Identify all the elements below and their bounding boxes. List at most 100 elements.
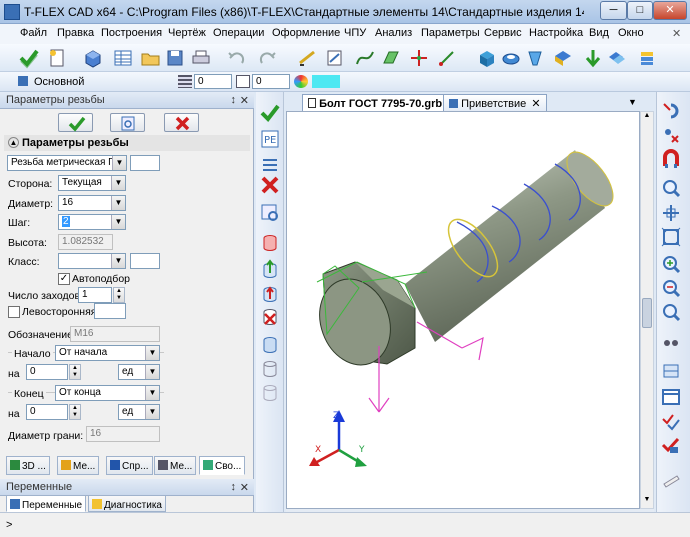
chevron-down-icon[interactable]: ▼: [145, 365, 159, 379]
close-button[interactable]: ✕: [653, 1, 687, 20]
parameters-icon[interactable]: PE: [259, 128, 281, 150]
tab-welcome[interactable]: Приветствие ✕: [443, 94, 547, 111]
3d-model-icon[interactable]: [82, 47, 104, 69]
line-tool-icon[interactable]: [296, 47, 318, 69]
scroll-thumb[interactable]: [642, 298, 652, 328]
zoom-in-icon[interactable]: [660, 254, 682, 276]
chevron-down-icon[interactable]: ▼: [145, 386, 159, 400]
cylinder-edge-icon[interactable]: [259, 358, 281, 380]
scroll-down-icon[interactable]: ▼: [641, 496, 653, 508]
chevron-down-icon[interactable]: ▼: [111, 176, 125, 190]
menu-service[interactable]: Сервис: [484, 27, 522, 39]
extrude-icon[interactable]: [476, 47, 498, 69]
rotate-icon[interactable]: [500, 47, 522, 69]
sketch-icon[interactable]: [324, 47, 346, 69]
zoom-previous-icon[interactable]: [660, 302, 682, 324]
measure-icon[interactable]: [660, 470, 682, 492]
layers-icon[interactable]: [178, 75, 192, 88]
tab-document-bolt[interactable]: Болт ГОСТ 7795-70.grb ✕: [302, 94, 463, 111]
cancel-button[interactable]: [164, 113, 199, 132]
diameter-select[interactable]: 16 ▼: [58, 195, 126, 211]
variables-close-icon[interactable]: ✕: [240, 481, 249, 494]
class-select[interactable]: ▼: [58, 253, 126, 269]
cylinder-select-icon[interactable]: [259, 232, 281, 254]
preview-icon[interactable]: [259, 202, 281, 224]
cancel-icon[interactable]: [259, 174, 281, 196]
color-swatch[interactable]: [312, 75, 340, 88]
move-down-icon[interactable]: [582, 47, 604, 69]
autoselect-checkbox[interactable]: ✓: [58, 273, 70, 285]
chevron-down-icon[interactable]: ▼: [111, 254, 125, 268]
stack-icon[interactable]: [636, 47, 658, 69]
end-select[interactable]: От конца ▼: [55, 385, 160, 401]
layer-name[interactable]: Основной: [34, 76, 84, 88]
point-icon[interactable]: [408, 47, 430, 69]
curve-icon[interactable]: [354, 47, 376, 69]
chevron-down-icon[interactable]: ▼: [111, 196, 125, 210]
menu-analysis[interactable]: Анализ: [375, 27, 412, 39]
open-folder-icon[interactable]: [140, 47, 162, 69]
list-icon[interactable]: [259, 154, 281, 176]
undo-icon[interactable]: [226, 47, 248, 69]
confirm-icon[interactable]: [259, 102, 281, 124]
chevron-down-icon[interactable]: ▼: [112, 156, 126, 170]
ok-button[interactable]: [58, 113, 93, 132]
panel-close-icon[interactable]: ✕: [240, 94, 249, 107]
lefthand-checkbox[interactable]: [8, 306, 20, 318]
window-layout-icon[interactable]: [660, 386, 682, 408]
cylinder-wire-icon[interactable]: [259, 382, 281, 404]
minimize-button[interactable]: ─: [600, 1, 627, 20]
close-icon[interactable]: ✕: [531, 98, 540, 110]
pin-icon[interactable]: ↕: [231, 481, 237, 493]
maximize-button[interactable]: □: [627, 1, 653, 20]
tab-3d[interactable]: 3D ...: [6, 456, 50, 475]
shading-icon[interactable]: [660, 360, 682, 382]
tab-variables[interactable]: Переменные: [6, 495, 87, 512]
level-input[interactable]: 0: [194, 74, 232, 89]
menu-parameters[interactable]: Параметры: [421, 27, 480, 39]
cylinder-up-icon[interactable]: [259, 258, 281, 280]
cylinder-face-icon[interactable]: [259, 334, 281, 356]
color-palette-icon[interactable]: [294, 75, 308, 88]
cylinder-cancel-icon[interactable]: [259, 306, 281, 328]
menu-cnc[interactable]: ЧПУ: [344, 27, 366, 39]
zoom-window-icon[interactable]: [660, 178, 682, 200]
cylinder-start-icon[interactable]: [259, 282, 281, 304]
start-unit-select[interactable]: ед ▼: [118, 364, 160, 380]
section-header[interactable]: ▲ Параметры резьбы: [4, 135, 250, 151]
lefthand-extra[interactable]: [94, 303, 126, 319]
menu-file[interactable]: Файл: [20, 27, 47, 39]
orbit-icon[interactable]: [660, 332, 682, 354]
starts-stepper[interactable]: ▲ ▼: [113, 287, 125, 303]
command-line[interactable]: >: [0, 512, 690, 537]
collapse-icon[interactable]: ▲: [8, 137, 19, 148]
menu-edit[interactable]: Правка: [57, 27, 94, 39]
tab-help[interactable]: Спр...: [106, 456, 153, 475]
tab-menu[interactable]: Ме...: [154, 456, 197, 475]
menu-operations[interactable]: Операции: [213, 27, 264, 39]
preview-button[interactable]: [110, 113, 145, 132]
filter-cancel-icon[interactable]: [660, 124, 682, 146]
thread-type-extra[interactable]: [130, 155, 160, 171]
menu-drawing[interactable]: Чертёж: [168, 27, 206, 39]
menu-construct[interactable]: Построения: [101, 27, 162, 39]
tab-diagnostics[interactable]: Диагностика: [88, 495, 166, 512]
chevron-down-icon[interactable]: ▼: [145, 405, 159, 419]
menu-settings[interactable]: Настройка: [529, 27, 583, 39]
menu-close-doc-icon[interactable]: ✕: [672, 27, 681, 40]
save-icon[interactable]: [164, 47, 186, 69]
loft-icon[interactable]: [524, 47, 546, 69]
confirm-icon[interactable]: [18, 47, 40, 69]
pitch-select[interactable]: 2 ▼: [58, 214, 126, 230]
menu-formatting[interactable]: Оформление: [272, 27, 340, 39]
tab-library[interactable]: Ме...: [57, 456, 100, 475]
start-select[interactable]: От начала ▼: [55, 345, 160, 361]
pan-icon[interactable]: [660, 202, 682, 224]
menu-window[interactable]: Окно: [618, 27, 644, 39]
select-filter-icon[interactable]: [660, 100, 682, 122]
check-done-icon[interactable]: [660, 434, 682, 456]
priority-input[interactable]: 0: [252, 74, 290, 89]
chevron-down-icon[interactable]: ▼: [111, 215, 125, 229]
boolean-icon[interactable]: [552, 47, 574, 69]
end-offset-stepper[interactable]: ▲ ▼: [69, 404, 81, 420]
